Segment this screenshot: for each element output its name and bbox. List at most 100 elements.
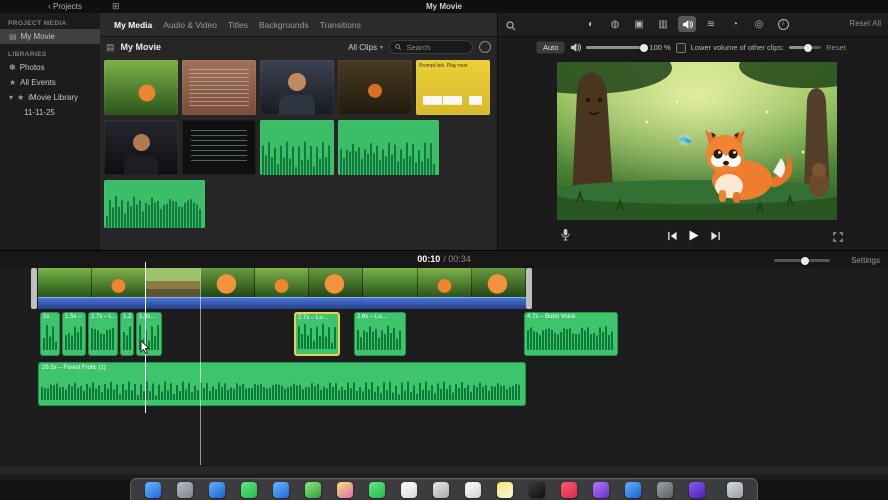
dock-app-contacts[interactable] [433,481,449,498]
sidebar-item-all-events[interactable]: ★ All Events [0,75,100,90]
sidebar-item-imovie-library[interactable]: ▾ ★ iMovie Library [0,90,100,105]
zoom-slider-knob[interactable] [800,256,809,265]
timeline-audio-clip[interactable]: 2.7s – L… [88,312,118,356]
sidebar-section-header: LIBRARIES [8,51,47,58]
noise-reduction-icon[interactable]: ≋ [702,16,720,32]
clip-info-icon[interactable]: i [774,16,792,32]
speed-icon[interactable]: ◔ [726,16,744,32]
search-box[interactable] [389,40,473,54]
dock-app-facetime[interactable] [369,481,385,498]
filmstrip-frame-fox [417,268,472,297]
magnify-icon[interactable] [506,18,516,36]
crop-icon[interactable]: ▣ [630,16,648,32]
dock-app-app-store[interactable] [625,481,641,498]
timeline-zoom-slider[interactable] [774,256,830,265]
filmstrip-frame-fox2 [471,268,526,297]
previous-button[interactable] [667,231,677,241]
lower-volume-slider[interactable] [789,43,822,52]
stabilization-icon[interactable]: ▥ [654,16,672,32]
timeline-scrollbar[interactable] [0,465,888,474]
playhead[interactable] [200,268,201,465]
lower-volume-checkbox[interactable] [675,42,686,53]
thumbnail-waveform [105,194,205,228]
dock-app-notes[interactable] [497,481,513,498]
dock-app-trash[interactable] [727,481,743,498]
sidebar-item-label: My Movie [20,32,55,41]
media-thumbnail-document[interactable] [182,60,256,115]
clip-waveform [64,324,85,355]
media-thumbnail-fox-scene[interactable] [104,60,178,115]
media-thumbnail-slide[interactable]: Prompt link. Play next [416,60,490,115]
dock-app-imovie[interactable] [689,481,705,498]
trim-handle-right[interactable] [526,268,532,309]
filmstrip-frame-fox [92,268,147,297]
volume-slider-knob[interactable] [640,43,649,52]
video-audio-bar[interactable] [38,297,526,309]
reset-all-button[interactable]: Reset All [849,19,881,28]
continuous-playback-icon[interactable] [479,41,491,53]
tab-transitions[interactable]: Transitions [320,20,361,30]
auto-volume-button[interactable]: Auto [536,41,566,54]
thumbnail-row: Prompt link. Play next [104,60,493,115]
dock-app-launchpad[interactable] [177,481,193,498]
media-thumbnail-audio[interactable] [104,180,205,228]
dock-app-messages[interactable] [241,481,257,498]
projects-back-button[interactable]: ‹ Projects [48,0,82,13]
star-icon: ★ [9,78,17,87]
timeline-settings-button[interactable]: Settings [851,256,880,265]
media-browser-panel: My Media Audio & Video Titles Backgrounds Tr… [100,13,497,250]
tab-audio-video[interactable]: Audio & Video [163,20,217,30]
timeline-audio-clip[interactable]: 1.5s – [62,312,86,356]
timeline-audio-clip[interactable]: 2.6s – Lu… [354,312,406,356]
dock-app-photos[interactable] [337,481,353,498]
media-thumbnail-person[interactable] [260,60,334,115]
audio-effects-icon[interactable]: ◎ [750,16,768,32]
dock-app-calendar[interactable] [401,481,417,498]
lower-volume-knob[interactable] [803,43,812,52]
filmstrip[interactable] [38,268,526,297]
media-thumbnail-audio[interactable] [260,120,334,175]
dock-app-reminders[interactable] [465,481,481,498]
speaker-icon[interactable] [570,42,582,53]
timeline-audio-clip[interactable]: 1.2… [120,312,134,356]
media-thumbnail-fox-dark[interactable] [338,60,412,115]
volume-slider[interactable] [586,43,649,52]
dock-app-settings[interactable] [657,481,673,498]
color-correction-icon[interactable]: ◍ [606,16,624,32]
timeline-audio-clip-selected[interactable]: 2.7s – Lu… [294,312,340,356]
search-input[interactable] [404,41,467,53]
timeline-audio-clip[interactable]: 1s [40,312,60,356]
sidebar-item-photos[interactable]: ✽ Photos [0,60,100,75]
current-time: 00:10 [417,254,441,264]
media-thumbnail-person-dark[interactable] [104,120,178,175]
import-media-icon[interactable]: ⊞ [112,1,120,12]
play-button[interactable] [688,230,699,241]
sidebar-item-11-11-25[interactable]: 11-11-25 [0,105,100,120]
dock-app-maps[interactable] [305,481,321,498]
dock-app-music[interactable] [561,481,577,498]
dock-app-safari[interactable] [209,481,225,498]
dock-app-tv[interactable] [529,481,545,498]
tab-backgrounds[interactable]: Backgrounds [259,20,309,30]
clip-filter-dropdown[interactable]: All Clips ▾ [348,43,383,52]
fullscreen-icon[interactable] [833,229,843,247]
dock-app-podcasts[interactable] [593,481,609,498]
media-thumbnail-audio[interactable] [338,120,439,175]
dock-app-mail[interactable] [273,481,289,498]
tab-my-media[interactable]: My Media [114,20,152,30]
reset-button[interactable]: Reset [826,43,846,52]
music-clip-waveform [40,381,522,405]
tab-titles[interactable]: Titles [228,20,248,30]
media-thumbnail-code[interactable] [182,120,256,175]
dock-app-finder[interactable] [145,481,161,498]
trim-handle-left[interactable] [31,268,37,309]
voiceover-mic-icon[interactable] [560,228,571,246]
sidebar-item-my-movie[interactable]: ▤ My Movie [0,29,100,44]
color-balance-icon[interactable]: ◐ [582,16,600,32]
skimmer-line[interactable] [145,262,146,413]
volume-icon[interactable] [678,16,696,32]
clip-waveform [90,324,117,355]
music-clip[interactable]: 29.5s – Forest Frolic (1) [38,362,526,406]
timeline-audio-clip[interactable]: 4.7s – Bobo Voice [524,312,618,356]
next-button[interactable] [710,231,720,241]
